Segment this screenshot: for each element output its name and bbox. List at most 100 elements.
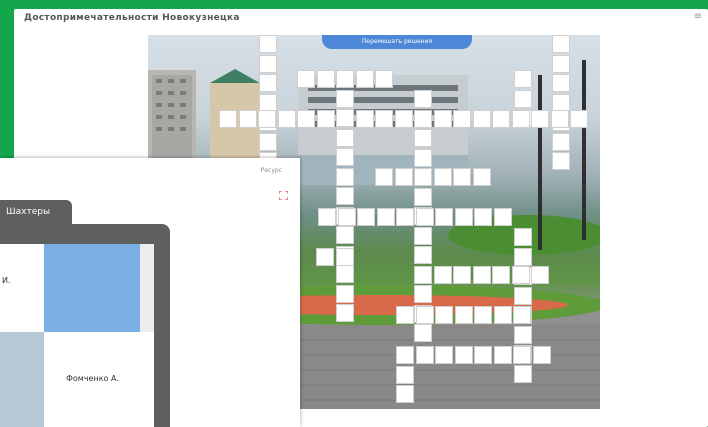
crossword-cell[interactable] (453, 266, 471, 284)
crossword-cell[interactable] (474, 306, 492, 324)
shuffle-button[interactable]: Перемешать решения (322, 35, 472, 49)
crossword-cell[interactable] (455, 346, 473, 364)
crossword-cell[interactable] (356, 110, 374, 128)
crossword-cell[interactable] (317, 70, 335, 88)
crossword-cell[interactable] (377, 208, 395, 226)
crossword-cell[interactable] (512, 266, 530, 284)
crossword-cell[interactable] (396, 208, 414, 226)
crossword-cell[interactable] (474, 346, 492, 364)
crossword-cell[interactable] (552, 55, 570, 73)
crossword-cell[interactable] (278, 110, 296, 128)
crossword-cell[interactable] (336, 90, 354, 108)
crossword-cell[interactable] (473, 168, 491, 186)
crossword-cell[interactable] (317, 110, 335, 128)
crossword-cell[interactable] (375, 70, 393, 88)
puzzle-piece[interactable] (44, 244, 140, 332)
crossword-cell[interactable] (494, 208, 512, 226)
crossword-cell[interactable] (434, 110, 452, 128)
crossword-cell[interactable] (435, 306, 453, 324)
crossword-cell[interactable] (336, 70, 354, 88)
crossword-cell[interactable] (474, 208, 492, 226)
crossword-cell[interactable] (375, 168, 393, 186)
crossword-cell[interactable] (414, 246, 432, 264)
crossword-cell[interactable] (514, 90, 532, 108)
crossword-cell[interactable] (552, 133, 570, 151)
crossword-cell[interactable] (492, 110, 510, 128)
crossword-cell[interactable] (435, 346, 453, 364)
crossword-cell[interactable] (336, 148, 354, 166)
crossword-cell[interactable] (414, 110, 432, 128)
fullscreen-icon[interactable] (279, 191, 288, 200)
crossword-cell[interactable] (414, 90, 432, 108)
crossword-cell[interactable] (514, 326, 532, 344)
crossword-cell[interactable] (259, 55, 277, 73)
crossword-cell[interactable] (395, 168, 413, 186)
crossword-cell[interactable] (336, 109, 354, 127)
crossword-cell[interactable] (455, 208, 473, 226)
crossword-cell[interactable] (434, 266, 452, 284)
crossword-cell[interactable] (416, 208, 434, 226)
menu-icon[interactable]: ≡ (694, 11, 702, 22)
crossword-cell[interactable] (531, 110, 549, 128)
crossword-cell[interactable] (552, 35, 570, 53)
crossword-cell[interactable] (219, 110, 237, 128)
crossword-cell[interactable] (416, 346, 434, 364)
puzzle-piece[interactable] (0, 244, 44, 332)
crossword-cell[interactable] (533, 346, 551, 364)
crossword-cell[interactable] (396, 366, 414, 384)
crossword-cell[interactable] (453, 168, 471, 186)
crossword-cell[interactable] (396, 346, 414, 364)
crossword-cell[interactable] (258, 110, 276, 128)
crossword-cell[interactable] (512, 110, 530, 128)
crossword-cell[interactable] (513, 306, 531, 324)
crossword-cell[interactable] (434, 168, 452, 186)
crossword-cell[interactable] (336, 129, 354, 147)
crossword-cell[interactable] (492, 266, 510, 284)
crossword-cell[interactable] (414, 324, 432, 342)
crossword-cell[interactable] (357, 208, 375, 226)
crossword-cell[interactable] (297, 70, 315, 88)
crossword-cell[interactable] (336, 265, 354, 283)
crossword-cell[interactable] (414, 188, 432, 206)
crossword-cell[interactable] (494, 306, 512, 324)
crossword-cell[interactable] (375, 110, 393, 128)
crossword-cell[interactable] (551, 110, 569, 128)
crossword-cell[interactable] (513, 346, 531, 364)
crossword-cell[interactable] (416, 306, 434, 324)
crossword-cell[interactable] (414, 266, 432, 284)
crossword-cell[interactable] (395, 110, 413, 128)
crossword-cell[interactable] (552, 74, 570, 92)
crossword-cell[interactable] (570, 110, 588, 128)
puzzle-piece[interactable] (0, 332, 44, 427)
crossword-cell[interactable] (414, 168, 432, 186)
crossword-cell[interactable] (435, 208, 453, 226)
crossword-cell[interactable] (318, 208, 336, 226)
crossword-cell[interactable] (552, 152, 570, 170)
crossword-cell[interactable] (414, 227, 432, 245)
crossword-cell[interactable] (336, 248, 354, 266)
crossword-cell[interactable] (473, 110, 491, 128)
crossword-cell[interactable] (396, 385, 414, 403)
crossword-cell[interactable] (514, 287, 532, 305)
crossword-cell[interactable] (414, 149, 432, 167)
crossword-cell[interactable] (336, 304, 354, 322)
crossword-cell[interactable] (514, 365, 532, 383)
crossword-cell[interactable] (336, 285, 354, 303)
crossword-cell[interactable] (396, 306, 414, 324)
crossword-cell[interactable] (336, 168, 354, 186)
crossword-cell[interactable] (514, 70, 532, 88)
crossword-cell[interactable] (259, 35, 277, 53)
puzzle-piece[interactable] (140, 244, 154, 332)
crossword-cell[interactable] (338, 208, 356, 226)
crossword-cell[interactable] (414, 129, 432, 147)
crossword-cell[interactable] (514, 248, 532, 266)
crossword-cell[interactable] (336, 187, 354, 205)
crossword-cell[interactable] (259, 133, 277, 151)
crossword-cell[interactable] (414, 285, 432, 303)
crossword-cell[interactable] (531, 266, 549, 284)
crossword-cell[interactable] (455, 306, 473, 324)
crossword-cell[interactable] (239, 110, 257, 128)
crossword-cell[interactable] (297, 110, 315, 128)
crossword-cell[interactable] (356, 70, 374, 88)
crossword-cell[interactable] (336, 226, 354, 244)
